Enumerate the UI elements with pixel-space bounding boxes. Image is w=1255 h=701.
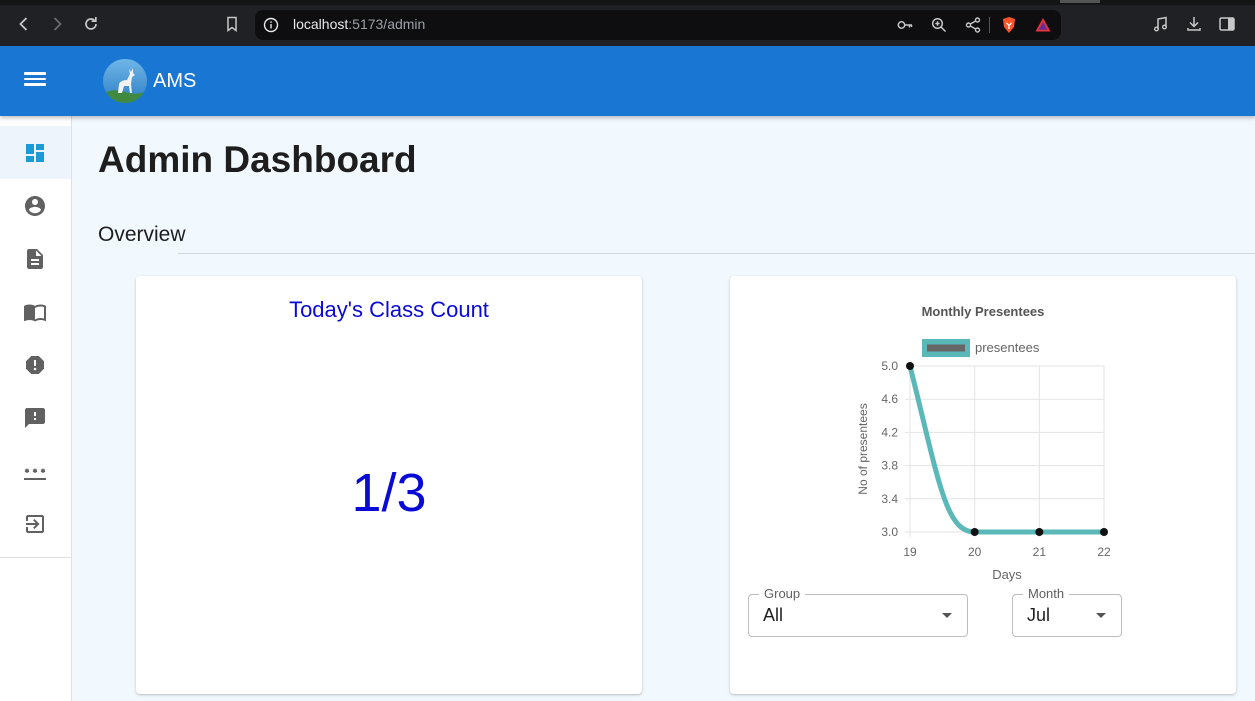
sidebar-item-feedback[interactable] xyxy=(0,391,71,444)
class-count-value: 1/3 xyxy=(351,463,427,523)
site-info-icon[interactable] xyxy=(263,17,279,33)
password-key-icon[interactable] xyxy=(895,15,915,35)
section-title: Overview xyxy=(98,223,186,246)
x-tick-label: 21 xyxy=(1033,545,1047,559)
browser-toolbar: localhost:5173/admin xyxy=(0,0,1255,46)
data-point xyxy=(906,362,914,370)
share-icon[interactable] xyxy=(963,15,983,35)
sidebar-toggle-icon[interactable] xyxy=(1217,14,1237,34)
omnibox-separator xyxy=(989,17,990,33)
address-bar[interactable]: localhost:5173/admin xyxy=(255,10,1061,40)
brave-rewards-icon[interactable] xyxy=(1033,15,1053,35)
y-tick-label: 4.2 xyxy=(881,425,898,439)
sidebar-item-courses[interactable] xyxy=(0,285,71,338)
back-icon[interactable] xyxy=(14,14,34,34)
month-select[interactable]: Month Jul xyxy=(1012,586,1122,637)
x-tick-label: 19 xyxy=(903,545,917,559)
sidebar-item-dashboard[interactable] xyxy=(0,126,71,179)
url-host: localhost xyxy=(293,16,349,32)
sidebar-item-reports[interactable] xyxy=(0,338,71,391)
bookmark-icon[interactable] xyxy=(222,14,242,34)
legend-label: presentees xyxy=(975,340,1040,355)
report-icon xyxy=(26,355,44,374)
y-tick-label: 5.0 xyxy=(881,359,898,373)
sidebar xyxy=(0,116,72,701)
account-circle-icon xyxy=(25,195,45,216)
sidebar-item-documents[interactable] xyxy=(0,232,71,285)
data-point xyxy=(970,528,979,536)
logout-icon xyxy=(26,514,44,533)
app-title: AMS xyxy=(153,70,197,92)
y-tick-label: 4.6 xyxy=(881,392,898,406)
y-tick-label: 3.8 xyxy=(881,459,898,473)
app-header: AMS xyxy=(0,46,1255,116)
sidebar-item-password[interactable] xyxy=(0,444,71,497)
series-line-presentees xyxy=(907,363,1107,535)
document-icon xyxy=(27,248,43,269)
feedback-icon xyxy=(25,407,45,428)
group-select-value: All xyxy=(763,605,784,625)
class-count-card: Today's Class Count 1/3 xyxy=(136,276,642,694)
x-tick-label: 22 xyxy=(1097,545,1111,559)
group-select[interactable]: Group All xyxy=(748,586,968,637)
chart-title: Monthly Presentees xyxy=(922,304,1045,319)
legend-swatch-inner xyxy=(927,344,965,352)
y-axis-label: No of presentees xyxy=(856,403,870,494)
sidebar-item-profile[interactable] xyxy=(0,179,71,232)
forward-icon[interactable] xyxy=(47,14,67,34)
presentees-line-chart: Monthly Presentees presentees 3.0 3.4 3.8 4.2… xyxy=(856,304,1111,582)
dashboard-icon xyxy=(26,143,44,162)
password-icon xyxy=(24,468,46,480)
page-title: Admin Dashboard xyxy=(98,139,417,180)
group-select-label: Group xyxy=(759,586,806,601)
url-path: :5173/admin xyxy=(348,16,426,32)
hamburger-menu-icon[interactable] xyxy=(22,69,48,93)
month-select-label: Month xyxy=(1023,586,1070,601)
sidebar-divider xyxy=(0,557,71,558)
tab-indicator xyxy=(1060,0,1100,3)
media-icon[interactable] xyxy=(1151,14,1171,34)
class-count-title: Today's Class Count xyxy=(289,297,489,322)
reload-icon[interactable] xyxy=(81,14,101,34)
brave-shield-icon[interactable] xyxy=(999,15,1019,35)
data-point xyxy=(1035,528,1044,536)
zoom-icon[interactable] xyxy=(929,15,949,35)
menu-book-icon xyxy=(24,304,46,321)
ams-logo-icon xyxy=(103,59,147,103)
y-tick-label: 3.0 xyxy=(881,525,898,539)
chevron-down-icon xyxy=(1096,613,1106,618)
data-point xyxy=(1100,528,1108,536)
sidebar-item-logout[interactable] xyxy=(0,497,71,550)
y-tick-label: 3.4 xyxy=(881,492,898,506)
monthly-presentees-card: Monthly Presentees presentees 3.0 3.4 3.8 4.2… xyxy=(730,276,1236,694)
month-select-value: Jul xyxy=(1027,605,1051,625)
chevron-down-icon xyxy=(942,613,952,618)
x-tick-label: 20 xyxy=(968,545,982,559)
section-divider xyxy=(178,253,1255,254)
download-icon[interactable] xyxy=(1184,14,1204,34)
url-text: localhost:5173/admin xyxy=(293,16,425,32)
x-axis-label: Days xyxy=(992,567,1022,582)
